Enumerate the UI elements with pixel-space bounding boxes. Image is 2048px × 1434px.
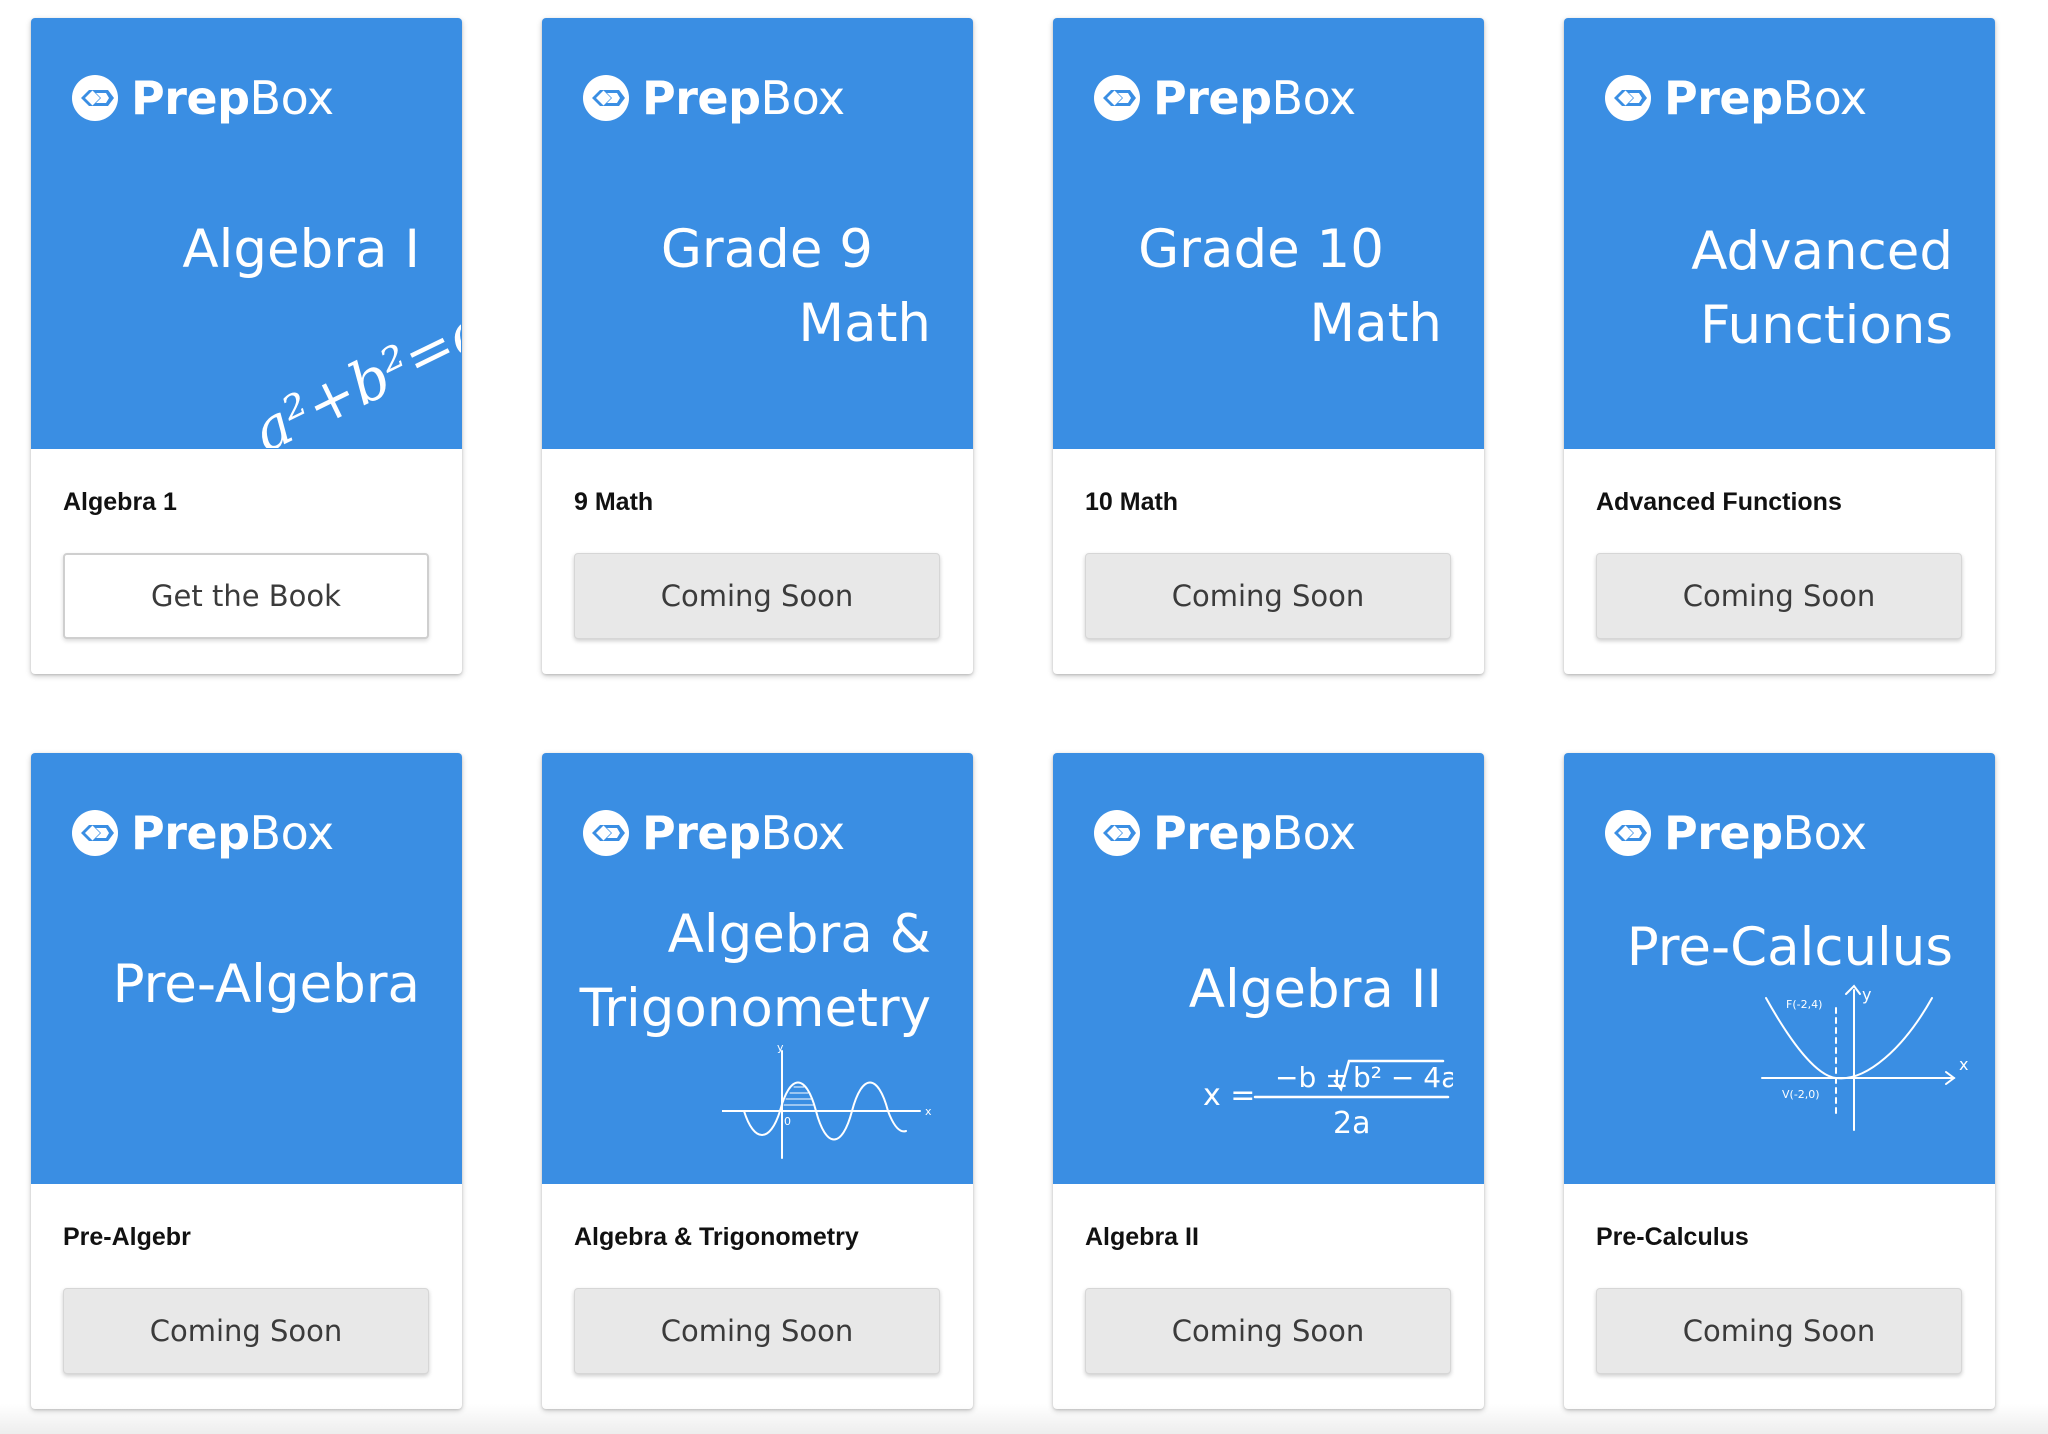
prepbox-logo-icon bbox=[1605, 75, 1651, 121]
book-label: Pre-Algebr bbox=[63, 1223, 191, 1251]
brand-name: PrepBox bbox=[1664, 806, 1867, 860]
coming-soon-button[interactable]: Coming Soon bbox=[1596, 553, 1962, 639]
prepbox-brand: PrepBox bbox=[71, 68, 334, 128]
book-label: Algebra II bbox=[1085, 1223, 1199, 1251]
book-cover[interactable]: PrepBox Algebra & Trigonometry y x 0 bbox=[542, 753, 973, 1184]
book-cover[interactable]: PrepBox Pre-Algebra bbox=[31, 753, 462, 1184]
bottom-scroll-shadow bbox=[0, 1404, 2048, 1434]
prepbox-logo-icon bbox=[1094, 810, 1140, 856]
brand-name: PrepBox bbox=[1153, 806, 1356, 860]
book-cover[interactable]: PrepBox Advanced Functions bbox=[1564, 18, 1995, 449]
book-cover[interactable]: PrepBox Algebra II x = −b ± b² − 4ac 2a bbox=[1053, 753, 1484, 1184]
prepbox-logo-icon bbox=[1605, 810, 1651, 856]
svg-text:F(-2,4): F(-2,4) bbox=[1786, 998, 1822, 1011]
svg-text:a²+b²=c²: a²+b²=c² bbox=[242, 298, 461, 448]
book-card-pre-algebra: PrepBox Pre-Algebra Pre-Algebr Coming So… bbox=[31, 753, 462, 1409]
book-label: Algebra 1 bbox=[63, 488, 177, 516]
book-label: Algebra & Trigonometry bbox=[574, 1223, 859, 1251]
book-card-algebra-1: PrepBox Algebra I a²+b²=c² Algebra 1 Get… bbox=[31, 18, 462, 674]
book-card-grade-10-math: PrepBox Grade 10 Math 10 Math Coming Soo… bbox=[1053, 18, 1484, 674]
sine-wave-graph-illustration: y x 0 bbox=[722, 1043, 932, 1159]
coming-soon-button[interactable]: Coming Soon bbox=[574, 553, 940, 639]
quadratic-formula-illustration: x = −b ± b² − 4ac 2a bbox=[1203, 1059, 1453, 1141]
cover-title: Advanced Functions bbox=[1691, 221, 1953, 356]
brand-name: PrepBox bbox=[131, 71, 334, 125]
get-the-book-button[interactable]: Get the Book bbox=[63, 553, 429, 639]
svg-text:x =: x = bbox=[1203, 1078, 1255, 1113]
svg-text:y: y bbox=[1862, 985, 1871, 1004]
book-grid: PrepBox Algebra I a²+b²=c² Algebra 1 Get… bbox=[0, 0, 2048, 1434]
book-card-pre-calculus: PrepBox Pre-Calculus F(-2,4) V(-2,0) y x… bbox=[1564, 753, 1995, 1409]
book-card-algebra-trigonometry: PrepBox Algebra & Trigonometry y x 0 Alg… bbox=[542, 753, 973, 1409]
book-cover[interactable]: PrepBox Algebra I a²+b²=c² bbox=[31, 18, 462, 449]
prepbox-brand: PrepBox bbox=[71, 803, 334, 863]
cover-title: Pre-Algebra bbox=[112, 954, 420, 1015]
formula-illustration: a²+b²=c² bbox=[242, 298, 461, 448]
brand-name: PrepBox bbox=[642, 806, 845, 860]
prepbox-brand: PrepBox bbox=[582, 803, 845, 863]
cover-title: Grade 10 Math bbox=[1138, 219, 1442, 354]
prepbox-logo-icon bbox=[72, 810, 118, 856]
coming-soon-button[interactable]: Coming Soon bbox=[1085, 553, 1451, 639]
svg-text:b² − 4ac: b² − 4ac bbox=[1353, 1061, 1453, 1094]
cover-title: Algebra II bbox=[1188, 959, 1442, 1020]
prepbox-brand: PrepBox bbox=[582, 68, 845, 128]
prepbox-brand: PrepBox bbox=[1093, 68, 1356, 128]
svg-text:−b ±: −b ± bbox=[1275, 1061, 1349, 1094]
book-label: 9 Math bbox=[574, 488, 654, 516]
svg-text:V(-2,0): V(-2,0) bbox=[1782, 1088, 1820, 1101]
brand-name: PrepBox bbox=[1153, 71, 1356, 125]
coming-soon-button[interactable]: Coming Soon bbox=[63, 1288, 429, 1374]
coming-soon-button[interactable]: Coming Soon bbox=[1596, 1288, 1962, 1374]
svg-text:x: x bbox=[1959, 1055, 1968, 1074]
prepbox-logo-icon bbox=[583, 810, 629, 856]
book-cover[interactable]: PrepBox Pre-Calculus F(-2,4) V(-2,0) y x bbox=[1564, 753, 1995, 1184]
brand-name: PrepBox bbox=[1664, 71, 1867, 125]
cover-title: Pre-Calculus bbox=[1626, 917, 1953, 978]
brand-name: PrepBox bbox=[131, 806, 334, 860]
brand-name: PrepBox bbox=[642, 71, 845, 125]
book-label: Pre-Calculus bbox=[1596, 1223, 1749, 1251]
prepbox-logo-icon bbox=[583, 75, 629, 121]
book-label: 10 Math bbox=[1085, 488, 1179, 516]
svg-text:0: 0 bbox=[784, 1115, 791, 1128]
book-cover[interactable]: PrepBox Grade 9 Math bbox=[542, 18, 973, 449]
book-label: Advanced Functions bbox=[1596, 488, 1842, 516]
prepbox-brand: PrepBox bbox=[1093, 803, 1356, 863]
prepbox-logo-icon bbox=[72, 75, 118, 121]
cover-title: Algebra & Trigonometry bbox=[579, 904, 931, 1039]
cover-title: Grade 9 Math bbox=[660, 219, 931, 354]
prepbox-brand: PrepBox bbox=[1604, 803, 1867, 863]
book-cover[interactable]: PrepBox Grade 10 Math bbox=[1053, 18, 1484, 449]
prepbox-brand: PrepBox bbox=[1604, 68, 1867, 128]
book-card-advanced-functions: PrepBox Advanced Functions Advanced Func… bbox=[1564, 18, 1995, 674]
coming-soon-button[interactable]: Coming Soon bbox=[1085, 1288, 1451, 1374]
cover-title: Algebra I bbox=[182, 219, 420, 280]
book-card-grade-9-math: PrepBox Grade 9 Math 9 Math Coming Soon bbox=[542, 18, 973, 674]
svg-text:y: y bbox=[777, 1043, 784, 1054]
prepbox-logo-icon bbox=[1094, 75, 1140, 121]
parabola-graph-illustration: F(-2,4) V(-2,0) y x bbox=[1761, 984, 1968, 1131]
svg-text:x: x bbox=[925, 1105, 932, 1118]
svg-text:2a: 2a bbox=[1333, 1106, 1370, 1141]
coming-soon-button[interactable]: Coming Soon bbox=[574, 1288, 940, 1374]
book-card-algebra-2: PrepBox Algebra II x = −b ± b² − 4ac 2a … bbox=[1053, 753, 1484, 1409]
